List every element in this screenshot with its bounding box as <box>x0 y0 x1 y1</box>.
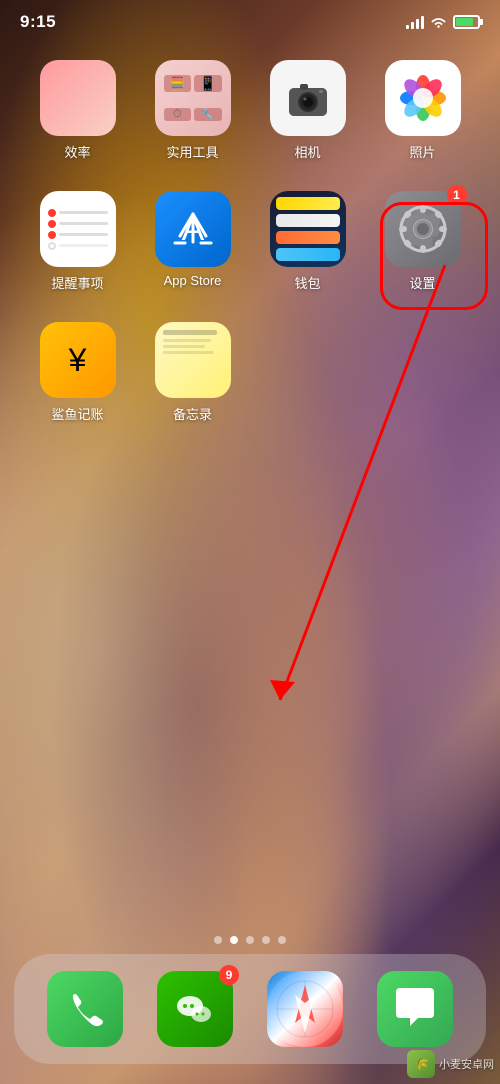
app-settings[interactable]: 1 设置 <box>373 191 473 292</box>
app-efficiency-label: 效率 <box>64 142 90 161</box>
app-sharkmemo-label: 鲨鱼记账 <box>51 404 103 423</box>
app-camera-label: 相机 <box>294 142 320 161</box>
app-tools-label: 实用工具 <box>166 142 218 161</box>
app-empty-1 <box>258 322 358 423</box>
safari-svg-icon <box>267 971 343 1047</box>
app-appstore-label: App Store <box>164 273 222 288</box>
status-bar: 9:15 <box>0 0 500 44</box>
watermark-logo: 🌾 <box>407 1050 435 1078</box>
page-dot-5 <box>278 936 286 944</box>
app-row-2: 提醒事项 A App Store <box>20 191 480 292</box>
app-sharkmemo[interactable]: ¥ 鲨鱼记账 <box>28 322 128 423</box>
status-icons <box>406 15 480 29</box>
signal-icon <box>406 15 424 29</box>
settings-badge: 1 <box>447 185 467 205</box>
app-reminders-label: 提醒事项 <box>51 273 103 292</box>
dock: 9 <box>14 954 486 1064</box>
phone-svg-icon <box>63 987 107 1031</box>
page-dot-4 <box>262 936 270 944</box>
app-wallet[interactable]: 钱包 <box>258 191 358 292</box>
photos-svg-icon <box>393 68 453 128</box>
dock-safari[interactable] <box>267 971 343 1047</box>
camera-svg-icon <box>285 75 331 121</box>
watermark-logo-icon: 🌾 <box>411 1054 431 1074</box>
app-notes[interactable]: 备忘录 <box>143 322 243 423</box>
dock-messages[interactable] <box>377 971 453 1047</box>
app-camera[interactable]: 相机 <box>258 60 358 161</box>
page-dot-3 <box>246 936 254 944</box>
messages-svg-icon <box>390 984 440 1034</box>
app-appstore[interactable]: A App Store <box>143 191 243 292</box>
watermark-text: 小麦安卓网 <box>439 1056 494 1072</box>
wechat-svg-icon <box>170 984 220 1034</box>
app-empty-2 <box>373 322 473 423</box>
svg-text:🌾: 🌾 <box>413 1057 429 1072</box>
dock-wechat[interactable]: 9 <box>157 971 233 1047</box>
app-tools[interactable]: 🧮 📱 ⏱ 🔧 实用工具 <box>143 60 243 161</box>
app-photos-label: 照片 <box>409 142 435 161</box>
app-row-3: ¥ 鲨鱼记账 备忘录 <box>20 322 480 423</box>
appstore-svg-icon: A <box>168 204 218 254</box>
wechat-badge: 9 <box>219 965 239 985</box>
app-settings-label: 设置 <box>409 273 435 292</box>
app-grid: 效率 🧮 📱 ⏱ 🔧 实用工具 <box>0 60 500 453</box>
battery-icon <box>453 15 480 29</box>
app-notes-label: 备忘录 <box>173 404 212 423</box>
page-dot-2 <box>230 936 238 944</box>
page-dot-1 <box>214 936 222 944</box>
watermark: 🌾 小麦安卓网 <box>407 1050 494 1078</box>
sharkmemo-icon: ¥ <box>69 342 87 379</box>
app-photos[interactable]: 照片 <box>373 60 473 161</box>
wifi-icon <box>430 16 447 29</box>
page-dots <box>0 936 500 944</box>
app-reminders[interactable]: 提醒事项 <box>28 191 128 292</box>
settings-gear-icon <box>395 201 451 257</box>
app-efficiency[interactable]: 效率 <box>28 60 128 161</box>
app-wallet-label: 钱包 <box>294 273 320 292</box>
status-time: 9:15 <box>20 12 56 32</box>
dock-phone[interactable] <box>47 971 123 1047</box>
app-row-1: 效率 🧮 📱 ⏱ 🔧 实用工具 <box>20 60 480 161</box>
